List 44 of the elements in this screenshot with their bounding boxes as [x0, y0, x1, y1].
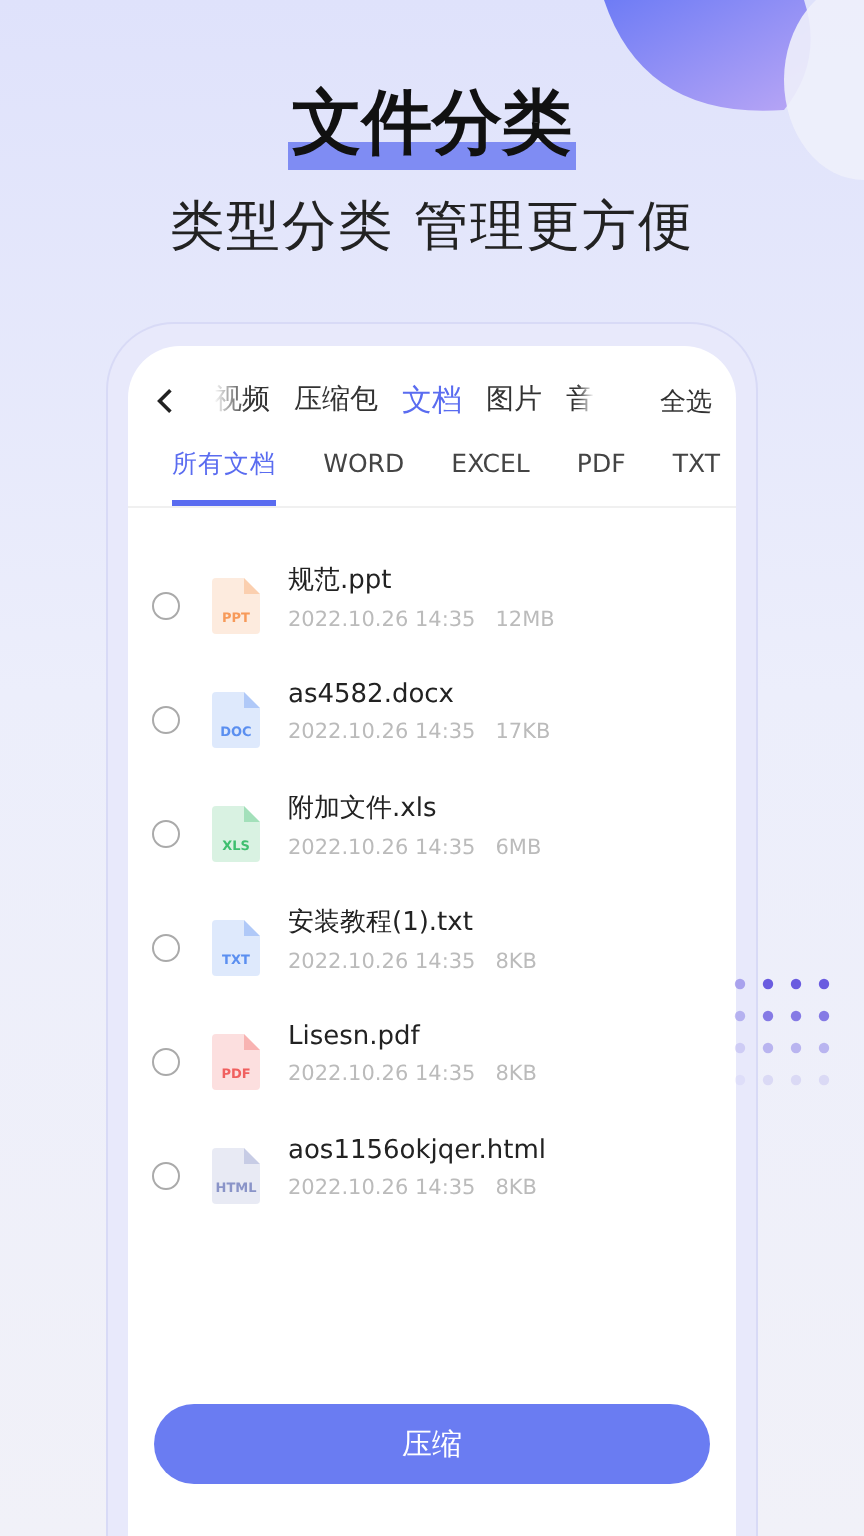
- document-type-tab[interactable]: TXT: [672, 448, 720, 506]
- file-name: aos1156okjqer.html: [288, 1135, 547, 1165]
- select-radio[interactable]: [152, 933, 180, 961]
- document-type-tab[interactable]: WORD: [323, 448, 405, 506]
- file-size: 12MB: [495, 608, 555, 632]
- category-tab[interactable]: 音: [566, 382, 594, 420]
- document-type-tab[interactable]: PDF: [576, 448, 626, 506]
- back-icon[interactable]: [156, 386, 174, 416]
- file-date: 2022.10.26 14:35: [288, 1175, 476, 1199]
- category-tab[interactable]: 压缩包: [294, 382, 378, 420]
- select-all-link[interactable]: 全选: [660, 383, 712, 419]
- document-type-tab[interactable]: 所有文档: [172, 448, 276, 506]
- select-radio[interactable]: [152, 705, 180, 733]
- category-tab[interactable]: 文档: [402, 382, 462, 420]
- file-size: 8KB: [495, 1061, 537, 1085]
- file-size: 8KB: [495, 1175, 537, 1199]
- file-date: 2022.10.26 14:35: [288, 836, 476, 860]
- file-size: 8KB: [495, 950, 537, 974]
- file-size: 17KB: [495, 719, 551, 743]
- compress-button[interactable]: 压缩: [154, 1404, 710, 1484]
- file-name: 附加文件.xls: [288, 792, 439, 826]
- select-radio[interactable]: [152, 1047, 180, 1075]
- select-radio[interactable]: [152, 1161, 180, 1189]
- file-size: 6MB: [495, 836, 542, 860]
- category-tab[interactable]: 图片: [486, 382, 542, 420]
- select-radio[interactable]: [152, 819, 180, 847]
- document-type-tab[interactable]: EXCEL: [451, 448, 530, 506]
- file-icon: [212, 805, 260, 861]
- file-name: as4582.docx: [288, 679, 457, 709]
- file-icon: [212, 919, 260, 975]
- category-tab[interactable]: 视频: [214, 382, 270, 420]
- file-icon: [212, 1147, 260, 1203]
- file-icon: [212, 577, 260, 633]
- file-date: 2022.10.26 14:35: [288, 719, 476, 743]
- file-date: 2022.10.26 14:35: [288, 608, 476, 632]
- file-icon: [212, 691, 260, 747]
- file-name: 安装教程(1).txt: [288, 906, 475, 940]
- file-icon: [212, 1033, 260, 1089]
- headline-subtitle: 类型分类 管理更方便: [170, 194, 694, 262]
- select-radio[interactable]: [152, 591, 180, 619]
- file-date: 2022.10.26 14:35: [288, 1061, 476, 1085]
- file-name: 规范.ppt: [288, 564, 394, 598]
- file-name: Lisesn.pdf: [288, 1021, 423, 1051]
- file-date: 2022.10.26 14:35: [288, 950, 476, 974]
